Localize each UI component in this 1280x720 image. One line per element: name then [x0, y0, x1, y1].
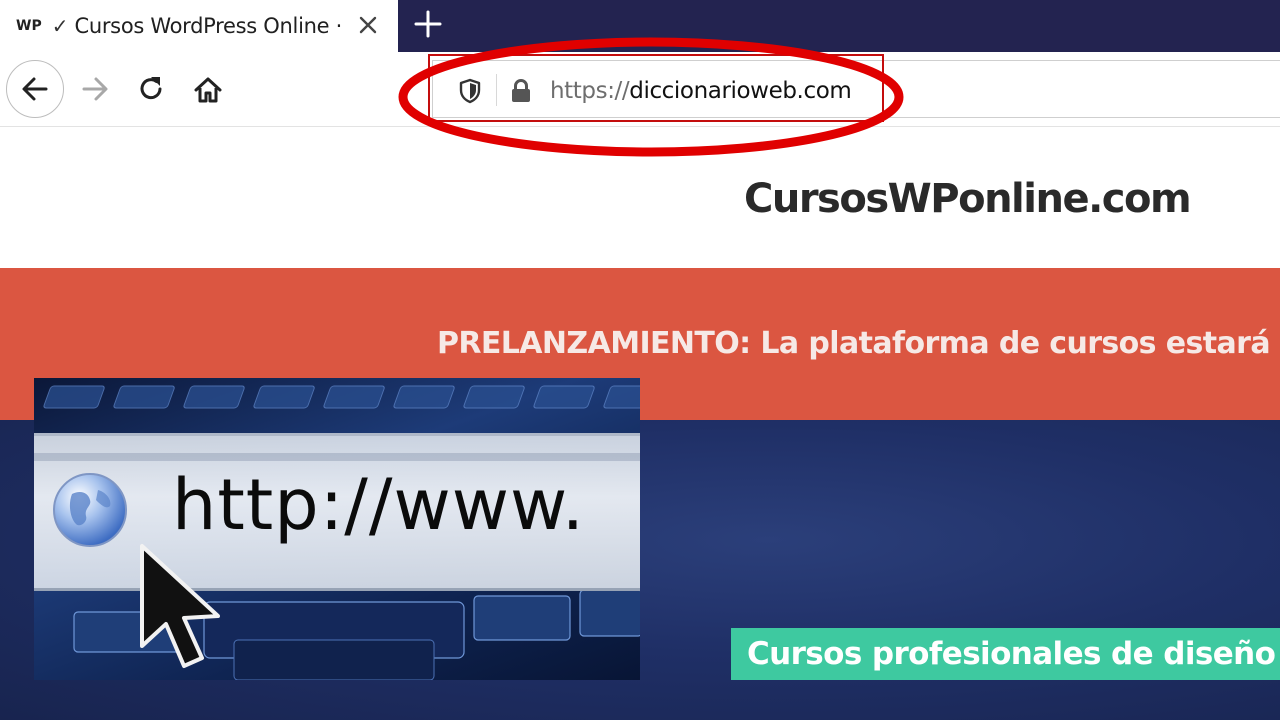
tab-title: Cursos WordPress Online · C	[74, 14, 350, 38]
globe-icon	[53, 473, 127, 547]
tab-close-button[interactable]	[354, 11, 382, 39]
tab-active[interactable]: WP ✓ Cursos WordPress Online · C	[0, 0, 398, 52]
url-host: diccionarioweb.com	[629, 78, 852, 104]
address-url-text[interactable]: https://diccionarioweb.com	[550, 78, 852, 104]
tab-strip: WP ✓ Cursos WordPress Online · C	[0, 0, 1280, 52]
reload-button[interactable]	[132, 70, 170, 108]
tab-check-icon: ✓	[51, 14, 69, 38]
mouse-cursor-icon	[140, 544, 220, 668]
shield-icon[interactable]	[458, 78, 482, 104]
close-icon	[359, 16, 377, 34]
reload-icon	[140, 77, 162, 100]
cta-banner[interactable]: Cursos profesionales de diseño w	[731, 628, 1280, 680]
lock-icon[interactable]	[508, 78, 534, 104]
arrow-right-icon	[82, 77, 108, 101]
overlay-address-text: http://www.	[172, 464, 586, 546]
cta-text: Cursos profesionales de diseño w	[747, 636, 1280, 672]
wp-favicon-icon: WP	[16, 18, 42, 34]
address-separator	[496, 74, 497, 106]
site-logo[interactable]: CursosWPonline.com	[744, 176, 1192, 222]
plus-icon	[414, 10, 442, 38]
promo-text: PRELANZAMIENTO: La plataforma de cursos …	[437, 326, 1280, 361]
url-scheme: https://	[550, 78, 630, 104]
new-tab-button[interactable]	[410, 6, 446, 42]
address-bar-stripe	[34, 453, 640, 461]
address-bar-illustration: http://www.	[34, 378, 640, 680]
home-button[interactable]	[188, 70, 228, 110]
back-button[interactable]	[6, 60, 64, 118]
home-icon	[194, 77, 222, 103]
arrow-left-icon	[22, 77, 48, 101]
forward-button[interactable]	[76, 70, 114, 108]
